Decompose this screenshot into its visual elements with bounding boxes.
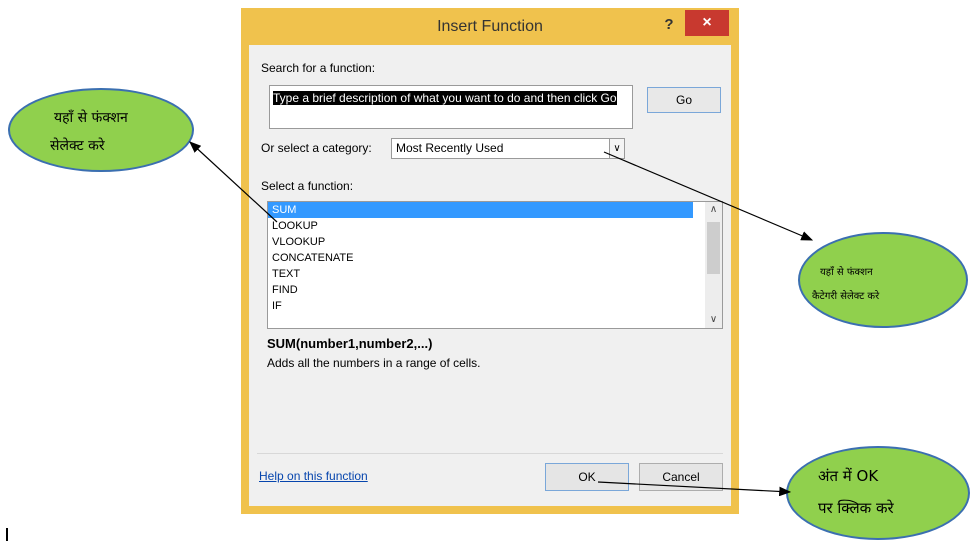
- text-cursor-mark: [6, 528, 8, 541]
- arrow-to-select-function-callout: [189, 141, 278, 223]
- arrow-to-click-ok-callout: [597, 481, 792, 497]
- arrow-to-select-category-callout: [603, 151, 814, 241]
- annotation-arrows: [189, 141, 814, 497]
